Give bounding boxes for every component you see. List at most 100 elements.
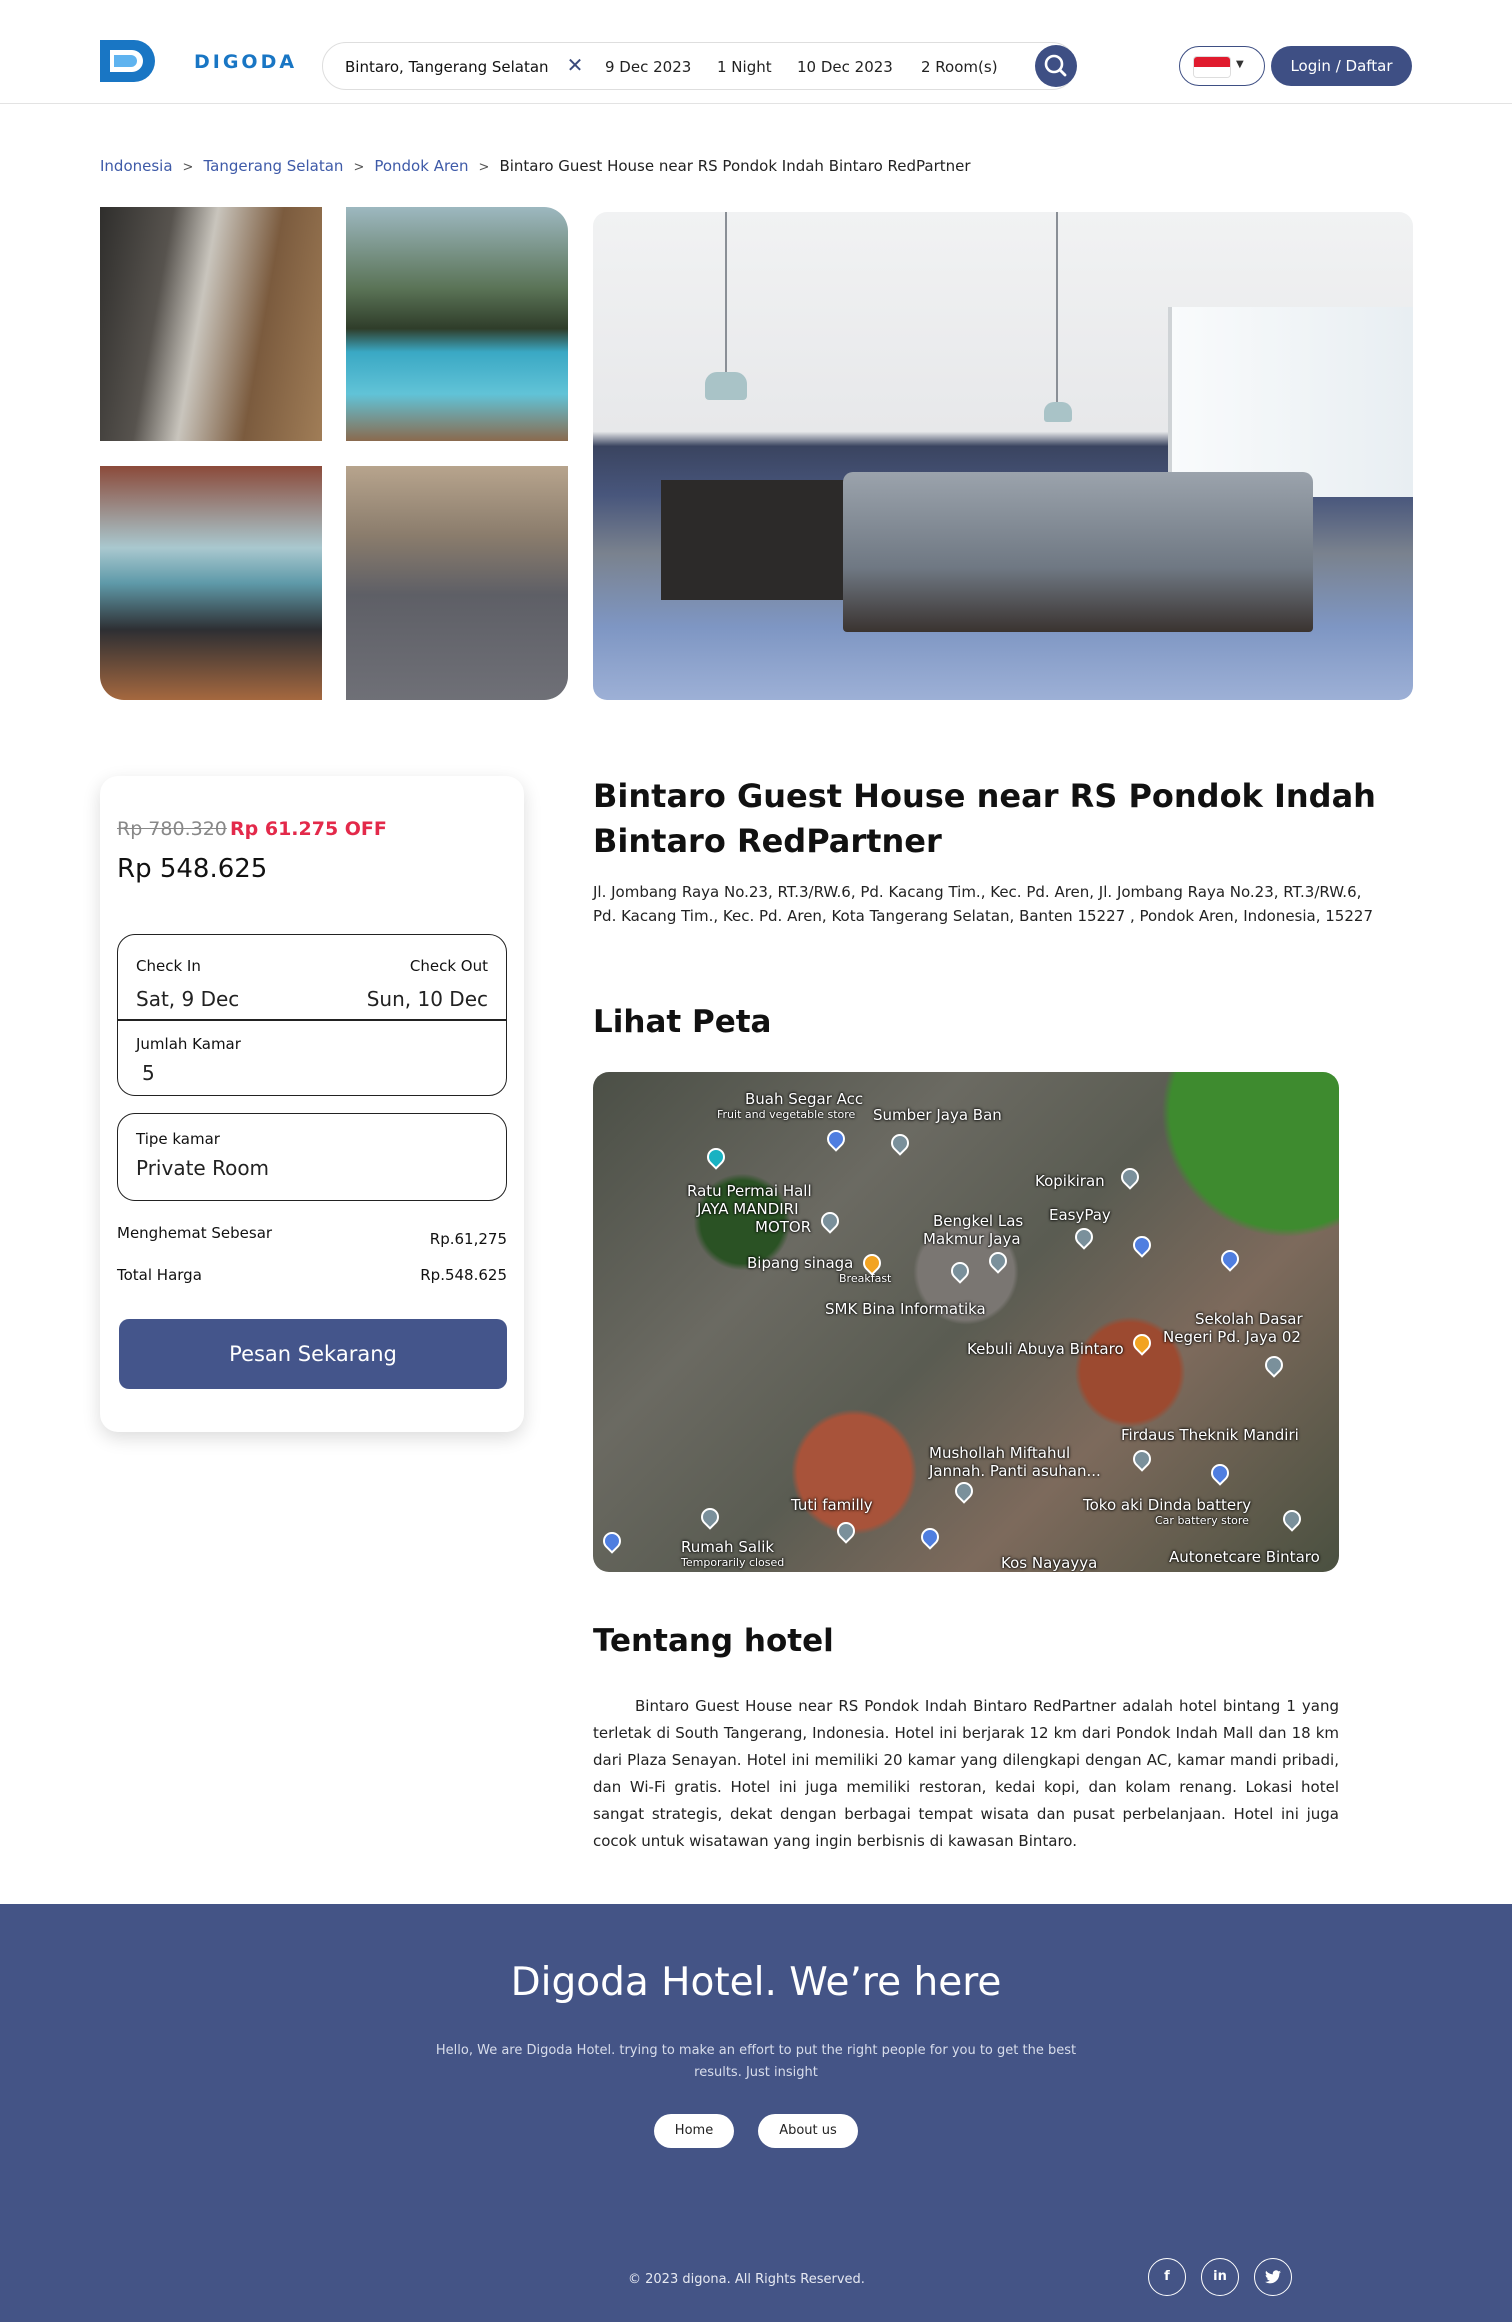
map-pin-icon[interactable] [1261, 1352, 1287, 1378]
map-label: MOTOR [755, 1218, 812, 1236]
map-label: Tuti familly [791, 1496, 873, 1514]
rooms-field[interactable]: 2 Room(s) [921, 58, 998, 76]
logo-text[interactable]: DIGODA [194, 51, 297, 73]
gym-photo[interactable] [100, 466, 322, 700]
search-button[interactable] [1035, 45, 1077, 87]
chevron-right-icon: > [478, 160, 490, 175]
map-pin-icon[interactable] [1279, 1506, 1305, 1532]
map-pin-icon[interactable] [1129, 1446, 1155, 1472]
map-pin-icon[interactable] [703, 1144, 729, 1170]
search-bar[interactable]: Bintaro, Tangerang Selatan ✕ 9 Dec 2023 … [322, 42, 1077, 90]
linkedin-icon[interactable]: in [1201, 2258, 1239, 2296]
book-now-button[interactable]: Pesan Sekarang [119, 1319, 507, 1389]
bathroom-photo[interactable] [100, 207, 322, 441]
map-label: SMK Bina Informatika [825, 1300, 986, 1318]
map-label: EasyPay [1049, 1206, 1111, 1224]
indonesia-flag-icon [1194, 57, 1230, 77]
language-selector[interactable]: ▼ [1179, 46, 1265, 86]
login-button[interactable]: Login / Daftar [1271, 46, 1412, 86]
map-label: Bipang sinaga [747, 1254, 854, 1272]
footer-about-button[interactable]: About us [758, 2114, 858, 2148]
map-label: Toko aki Dinda battery [1083, 1496, 1252, 1514]
savings-label: Menghemat Sebesar [117, 1224, 273, 1242]
total-value: Rp.548.625 [420, 1266, 507, 1284]
search-icon [1044, 54, 1067, 77]
map-label: Ratu Permai Hall [687, 1182, 812, 1200]
about-title: Tentang hotel [593, 1623, 834, 1659]
check-out-field[interactable]: 10 Dec 2023 [797, 58, 893, 76]
footer-title: Digoda Hotel. We’re here [510, 1960, 1002, 2005]
map-label: Negeri Pd. Jaya 02 [1163, 1328, 1301, 1346]
map-pin-icon[interactable] [1071, 1224, 1097, 1250]
twitter-icon[interactable] [1254, 2258, 1292, 2296]
bed [843, 472, 1313, 632]
map-label: Sekolah Dasar [1195, 1310, 1303, 1328]
map-pin-icon[interactable] [817, 1208, 843, 1234]
check-out-label: Check Out [409, 957, 488, 975]
map-pin-icon[interactable] [947, 1258, 973, 1284]
close-icon[interactable]: ✕ [564, 54, 586, 76]
check-out-input[interactable]: Sun, 10 Dec [367, 987, 488, 1011]
bus-stop-icon[interactable] [1129, 1232, 1155, 1258]
map-pin-icon[interactable] [697, 1504, 723, 1530]
map-label: Firdaus Theknik Mandiri [1121, 1426, 1299, 1444]
map-pin-icon[interactable] [1207, 1460, 1233, 1486]
digoda-logo-icon[interactable] [100, 40, 158, 82]
room-count-label: Jumlah Kamar [136, 1035, 241, 1053]
hotel-name: Bintaro Guest House near RS Pondok Indah… [593, 777, 1376, 860]
satellite-map[interactable]: Buah Segar Acc Fruit and vegetable store… [593, 1072, 1339, 1572]
breadcrumb: Indonesia > Tangerang Selatan > Pondok Aren >… [100, 157, 971, 175]
caret-down-icon: ▼ [1236, 59, 1244, 70]
map-label: Buah Segar Acc [745, 1090, 864, 1108]
room-type-label: Tipe kamar [136, 1130, 220, 1148]
room-type-value[interactable]: Private Room [136, 1156, 269, 1180]
map-pin-icon[interactable] [1129, 1330, 1155, 1356]
divider [118, 1019, 506, 1021]
map-label: Makmur Jaya [923, 1230, 1021, 1248]
bedroom-photo[interactable] [593, 212, 1413, 700]
map-pin-icon[interactable] [833, 1518, 859, 1544]
map-pin-icon[interactable] [1117, 1164, 1143, 1190]
lamp-cord [1056, 212, 1058, 402]
breadcrumb-current: Bintaro Guest House near RS Pondok Indah… [499, 157, 971, 175]
date-rooms-box: Check In Check Out Sat, 9 Dec Sun, 10 De… [117, 934, 507, 1096]
map-pin-icon[interactable] [823, 1126, 849, 1152]
map-pin-icon[interactable] [599, 1528, 625, 1554]
footer-text: Hello, We are Digoda Hotel. trying to ma… [435, 2043, 1077, 2080]
hotel-address: Jl. Jombang Raya No.23, RT.3/RW.6, Pd. K… [593, 883, 1373, 925]
facebook-icon[interactable]: f [1148, 2258, 1186, 2296]
map-label: Car battery store [1155, 1514, 1249, 1527]
map-label: Kopikiran [1035, 1172, 1105, 1190]
map-label: Sumber Jaya Ban [873, 1106, 1002, 1124]
check-in-label: Check In [136, 957, 201, 975]
map-pin-icon[interactable] [917, 1524, 943, 1550]
breadcrumb-item[interactable]: Pondok Aren [374, 157, 468, 175]
map-label: Kos Nayayya [1001, 1554, 1098, 1572]
pool-photo[interactable] [346, 207, 568, 441]
check-in-field[interactable]: 9 Dec 2023 [605, 58, 691, 76]
footer-home-button[interactable]: Home [654, 2114, 734, 2148]
breadcrumb-item[interactable]: Indonesia [100, 157, 173, 175]
final-price: Rp 548.625 [117, 854, 268, 884]
discount-badge: Rp 61.275 OFF [230, 818, 387, 840]
basketball-court-photo[interactable] [346, 466, 568, 700]
map-pin-icon[interactable] [887, 1130, 913, 1156]
twitter-bird-icon [1265, 2270, 1281, 2284]
bus-stop-icon[interactable] [1217, 1246, 1243, 1272]
nights-field[interactable]: 1 Night [717, 58, 772, 76]
breadcrumb-item[interactable]: Tangerang Selatan [203, 157, 343, 175]
map-label: JAYA MANDIRI [697, 1200, 799, 1218]
lamp-cord [725, 212, 727, 372]
map-pin-icon[interactable] [985, 1248, 1011, 1274]
location-field[interactable]: Bintaro, Tangerang Selatan [345, 58, 549, 76]
map-pin-icon[interactable] [859, 1250, 885, 1276]
check-in-input[interactable]: Sat, 9 Dec [136, 987, 239, 1011]
total-label: Total Harga [117, 1266, 202, 1284]
room-count-input[interactable]: 5 [142, 1061, 155, 1085]
map-pin-icon[interactable] [951, 1478, 977, 1504]
footer: Digoda Hotel. We’re here Hello, We are D… [0, 1904, 1512, 2322]
savings-value: Rp.61,275 [429, 1230, 507, 1248]
room-type-select[interactable]: Tipe kamar Private Room [117, 1113, 507, 1201]
map-label: Bengkel Las [933, 1212, 1024, 1230]
copyright: © 2023 digona. All Rights Reserved. [628, 2272, 865, 2287]
